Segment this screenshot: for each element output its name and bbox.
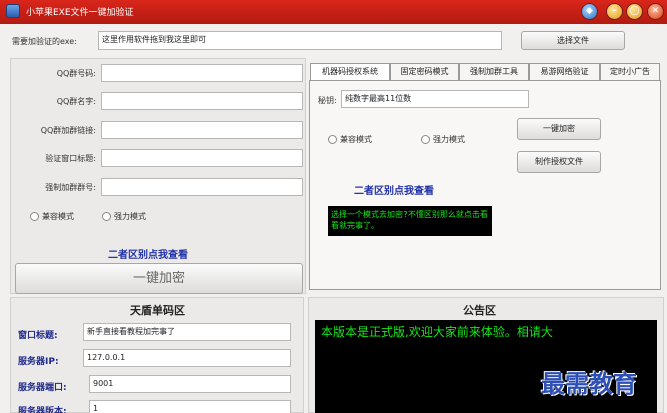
qq-group-number-input[interactable] <box>101 64 303 82</box>
compat-mode-label: 兼容模式 <box>42 212 74 221</box>
strong-mode-radio-right[interactable] <box>421 135 430 144</box>
tab-force-join[interactable]: 强制加群工具 <box>459 63 529 80</box>
mode-difference-link[interactable]: 二者区别点我查看 <box>108 246 188 261</box>
one-click-encrypt-button[interactable]: 一键加密 <box>15 263 303 294</box>
mode-hint-console: 选择一个模式去加密?不懂区别那么就点击看看就完事了。 <box>328 206 492 236</box>
exe-label: 需要加验证的exe: <box>12 37 77 46</box>
app-icon <box>6 4 20 18</box>
mode-difference-link-right[interactable]: 二者区别点我查看 <box>354 182 434 197</box>
server-version-input[interactable]: 1 <box>89 400 291 413</box>
strong-mode-label: 强力模式 <box>114 212 146 221</box>
compat-mode-radio-right[interactable] <box>328 135 337 144</box>
maximize-icon: ◯ <box>629 6 640 16</box>
shirt-icon: ◆ <box>586 6 593 16</box>
tab-yiyou-verify[interactable]: 易游网络验证 <box>529 63 600 80</box>
tab-fixed-password[interactable]: 固定密码模式 <box>390 63 459 80</box>
compat-mode-radio[interactable] <box>30 212 39 221</box>
server-port-label: 服务器端口: <box>18 383 67 393</box>
verify-window-title-label: 验证窗口标题: <box>45 154 96 163</box>
strong-mode-label-right: 强力模式 <box>433 135 465 144</box>
verify-window-title-input[interactable] <box>101 149 303 167</box>
watermark-text: 最需教育 <box>541 369 637 398</box>
server-ip-input[interactable]: 127.0.0.1 <box>83 349 291 367</box>
window-title-input[interactable]: 新手直接看教程加完事了 <box>83 323 291 341</box>
qq-group-link-input[interactable] <box>101 121 303 139</box>
close-button[interactable]: ✕ <box>647 3 664 20</box>
strong-mode-radio[interactable] <box>102 212 111 221</box>
force-join-group-input[interactable] <box>101 178 303 196</box>
one-click-encrypt-button-right[interactable]: 一键加密 <box>517 118 601 140</box>
exe-path-input[interactable]: 这里作用软件拖到我这里即可 <box>98 31 502 50</box>
qq-group-number-label: QQ群号码: <box>56 69 96 78</box>
minimize-button[interactable]: – <box>606 3 623 20</box>
window-title: 小苹果EXE文件一键加验证 <box>26 8 134 18</box>
force-join-group-label: 强制加群群号: <box>45 183 96 192</box>
qq-group-link-label: QQ群加群链接: <box>40 126 96 135</box>
minimize-icon: – <box>612 6 617 16</box>
server-port-input[interactable]: 9001 <box>89 375 291 393</box>
skin-button[interactable]: ◆ <box>581 3 598 20</box>
maximize-button[interactable]: ◯ <box>626 3 643 20</box>
notice-panel-title: 公告区 <box>463 304 496 317</box>
choose-file-button[interactable]: 选择文件 <box>521 31 625 50</box>
qq-group-name-input[interactable] <box>101 92 303 110</box>
close-icon: ✕ <box>651 6 660 16</box>
tab-timed-ads[interactable]: 定时小广告 <box>600 63 660 80</box>
server-ip-label: 服务器IP: <box>18 357 59 367</box>
secret-key-label: 秘钥: <box>318 96 337 105</box>
make-license-file-button[interactable]: 制作授权文件 <box>517 151 601 173</box>
tab-machine-code[interactable]: 机器码授权系统 <box>310 63 390 81</box>
secret-key-input[interactable]: 纯数字最高11位数 <box>341 90 529 108</box>
server-version-label: 服务器版本: <box>18 407 67 413</box>
window-title-label: 窗口标题: <box>18 331 58 341</box>
shield-panel-title: 天盾单码区 <box>130 304 185 317</box>
compat-mode-label-right: 兼容模式 <box>340 135 372 144</box>
qq-group-name-label: QQ群名字: <box>56 97 96 106</box>
